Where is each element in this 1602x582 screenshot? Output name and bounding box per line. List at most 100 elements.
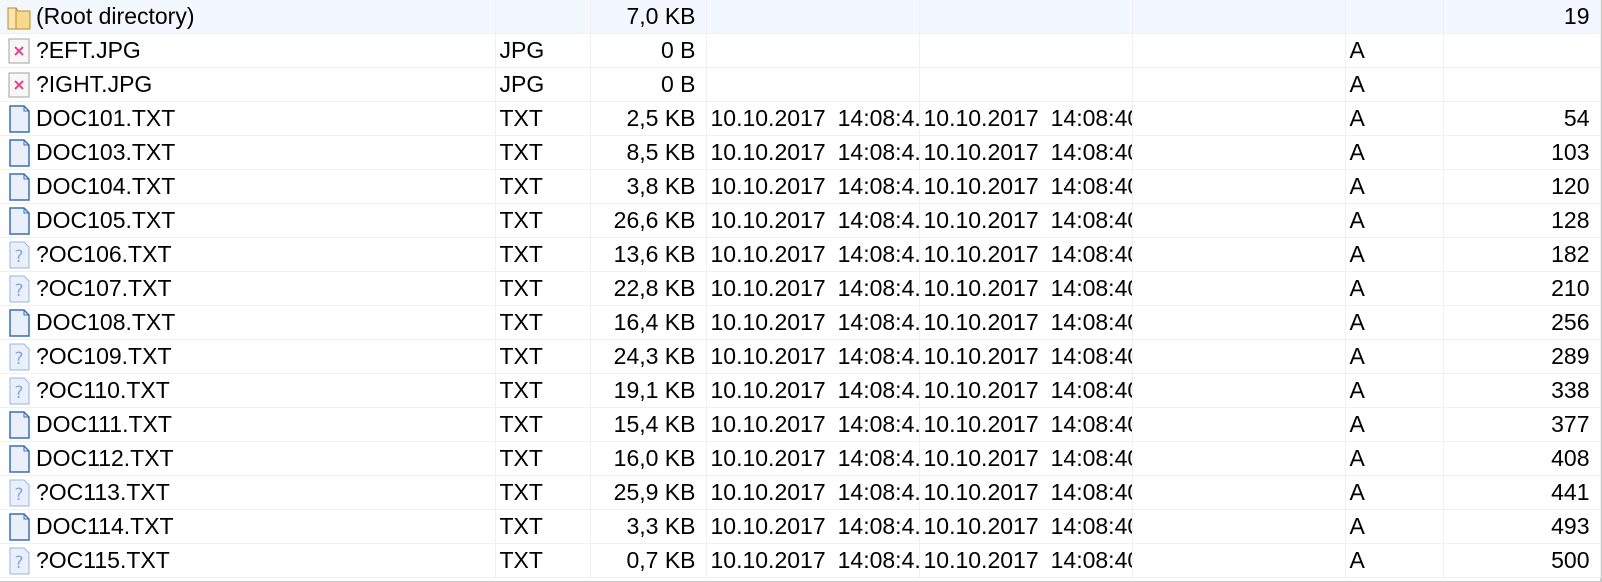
table-row[interactable]: DOC112.TXT TXT 16,0 KB 10.10.2017 14:08:4… xyxy=(0,441,1601,476)
accessed-cell xyxy=(1132,407,1346,442)
attr-cell: A xyxy=(1345,509,1444,544)
created-time: 14:08:4... xyxy=(837,513,918,539)
document-icon xyxy=(6,172,32,202)
table-row[interactable]: ? ?OC113.TXT TXT 25,9 KB 10.10.2017 14:08… xyxy=(0,475,1601,510)
document-icon xyxy=(6,410,32,440)
modified-date: 10.10.2017 xyxy=(923,547,1039,573)
file-name: ?IGHT.JPG xyxy=(36,71,153,97)
modified-time: 14:08:40 xyxy=(1050,309,1132,335)
table-row[interactable]: DOC111.TXT TXT 15,4 KB 10.10.2017 14:08:4… xyxy=(0,407,1601,442)
document-icon xyxy=(6,206,32,236)
file-name: ?OC107.TXT xyxy=(36,275,172,301)
size-cell: 16,0 KB xyxy=(590,441,707,476)
name-cell: DOC111.TXT xyxy=(0,407,496,442)
created-cell: 10.10.2017 14:08:4... xyxy=(706,509,920,544)
table-row[interactable]: ?EFT.JPG JPG 0 B A xyxy=(0,33,1601,68)
modified-date: 10.10.2017 xyxy=(923,479,1039,505)
name-cell: ?IGHT.JPG xyxy=(0,67,496,102)
attr-cell: A xyxy=(1345,33,1444,68)
modified-cell: 10.10.2017 14:08:40 xyxy=(919,509,1133,544)
modified-cell: 10.10.2017 14:08:40 xyxy=(919,373,1133,408)
name-cell: DOC114.TXT xyxy=(0,509,496,544)
ext-cell: TXT xyxy=(495,305,591,340)
file-name: ?OC106.TXT xyxy=(36,241,172,267)
svg-text:?: ? xyxy=(14,553,23,573)
ext-cell: TXT xyxy=(495,373,591,408)
cluster-cell: 120 xyxy=(1443,169,1601,204)
size-cell: 25,9 KB xyxy=(590,475,707,510)
accessed-cell xyxy=(1132,67,1346,102)
created-date: 10.10.2017 xyxy=(710,445,826,471)
attr-cell xyxy=(1345,0,1444,34)
modified-cell: 10.10.2017 14:08:40 xyxy=(919,305,1133,340)
created-time: 14:08:4... xyxy=(837,445,918,471)
created-cell: 10.10.2017 14:08:4... xyxy=(706,169,920,204)
ext-cell: TXT xyxy=(495,441,591,476)
svg-text:?: ? xyxy=(14,349,23,369)
accessed-cell xyxy=(1132,271,1346,306)
attr-cell: A xyxy=(1345,305,1444,340)
table-row[interactable]: ? ?OC109.TXT TXT 24,3 KB 10.10.2017 14:08… xyxy=(0,339,1601,374)
file-name: DOC112.TXT xyxy=(36,445,174,471)
created-cell: 10.10.2017 14:08:4... xyxy=(706,475,920,510)
file-name: ?OC110.TXT xyxy=(36,377,170,403)
accessed-cell xyxy=(1132,203,1346,238)
cluster-cell: 182 xyxy=(1443,237,1601,272)
created-cell: 10.10.2017 14:08:4... xyxy=(706,543,920,578)
size-cell: 0,7 KB xyxy=(590,543,707,578)
unknown-file-icon: ? xyxy=(6,342,32,372)
modified-time: 14:08:40 xyxy=(1050,173,1132,199)
cluster-cell: 441 xyxy=(1443,475,1601,510)
svg-text:?: ? xyxy=(14,281,23,301)
name-cell: (Root directory) xyxy=(0,0,496,34)
name-cell: ? ?OC109.TXT xyxy=(0,339,496,374)
table-row[interactable]: ?IGHT.JPG JPG 0 B A xyxy=(0,67,1601,102)
table-row[interactable]: (Root directory) 7,0 KB 19 xyxy=(0,0,1601,34)
name-cell: DOC105.TXT xyxy=(0,203,496,238)
size-cell: 16,4 KB xyxy=(590,305,707,340)
table-row[interactable]: ? ?OC106.TXT TXT 13,6 KB 10.10.2017 14:08… xyxy=(0,237,1601,272)
cluster-cell: 500 xyxy=(1443,543,1601,578)
accessed-cell xyxy=(1132,543,1346,578)
cluster-cell: 103 xyxy=(1443,135,1601,170)
table-row[interactable]: DOC101.TXT TXT 2,5 KB 10.10.201714:08:4.… xyxy=(0,101,1601,136)
accessed-cell xyxy=(1132,441,1346,476)
cluster-cell: 289 xyxy=(1443,339,1601,374)
file-list[interactable]: (Root directory) 7,0 KB 19 ?EFT.JPG JPG … xyxy=(0,0,1602,582)
table-row[interactable]: DOC103.TXT TXT 8,5 KB 10.10.201714:08:4.… xyxy=(0,135,1601,170)
attr-cell: A xyxy=(1345,441,1444,476)
attr-cell: A xyxy=(1345,203,1444,238)
created-cell: 10.10.2017 14:08:4... xyxy=(706,373,920,408)
modified-cell: 10.10.2017 14:08:40 xyxy=(919,339,1133,374)
table-row[interactable]: DOC108.TXT TXT 16,4 KB 10.10.2017 14:08:4… xyxy=(0,305,1601,340)
modified-time: 14:08:40 xyxy=(1050,411,1132,437)
modified-cell: 10.10.2017 14:08:40 xyxy=(919,169,1133,204)
created-cell: 10.10.2017 14:08:4... xyxy=(706,237,920,272)
ext-cell: TXT xyxy=(495,407,591,442)
name-cell: ? ?OC113.TXT xyxy=(0,475,496,510)
cluster-cell xyxy=(1443,67,1601,102)
created-time: 14:08:4... xyxy=(837,139,918,165)
created-date: 10.10.2017 xyxy=(710,377,826,403)
table-row[interactable]: DOC114.TXT TXT 3,3 KB 10.10.201714:08:4.… xyxy=(0,509,1601,544)
accessed-cell xyxy=(1132,509,1346,544)
table-row[interactable]: ? ?OC115.TXT TXT 0,7 KB 10.10.2017 14:08:… xyxy=(0,543,1601,578)
name-cell: DOC103.TXT xyxy=(0,135,496,170)
table-row[interactable]: ? ?OC110.TXT TXT 19,1 KB 10.10.2017 14:08… xyxy=(0,373,1601,408)
table-row[interactable]: DOC104.TXT TXT 3,8 KB 10.10.201714:08:4.… xyxy=(0,169,1601,204)
table-row[interactable]: ? ?OC107.TXT TXT 22,8 KB 10.10.2017 14:08… xyxy=(0,271,1601,306)
created-time: 14:08:4... xyxy=(837,275,918,301)
modified-time: 14:08:40 xyxy=(1050,547,1132,573)
size-cell: 19,1 KB xyxy=(590,373,707,408)
created-date: 10.10.2017 xyxy=(710,173,826,199)
table-row[interactable]: DOC105.TXT TXT 26,6 KB 10.10.2017 14:08:4… xyxy=(0,203,1601,238)
cluster-cell: 338 xyxy=(1443,373,1601,408)
accessed-cell xyxy=(1132,475,1346,510)
document-icon xyxy=(6,104,32,134)
ext-cell: TXT xyxy=(495,509,591,544)
file-name: DOC105.TXT xyxy=(36,207,176,233)
svg-text:?: ? xyxy=(14,247,23,267)
folder-icon xyxy=(6,2,32,32)
attr-cell: A xyxy=(1345,373,1444,408)
cluster-cell: 377 xyxy=(1443,407,1601,442)
